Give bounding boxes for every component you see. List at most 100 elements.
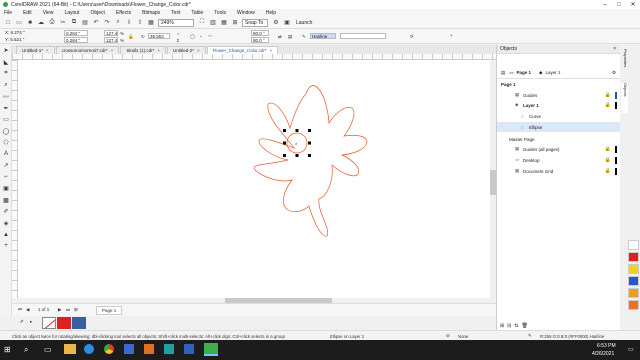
chrome-icon[interactable] [104, 344, 114, 354]
layer-view-icon[interactable]: ▤ [501, 70, 505, 76]
app-icon-teal[interactable] [164, 344, 174, 354]
tree-item-desktop[interactable]: ▭ Desktop 🔒 [497, 155, 621, 165]
ellipse-icon[interactable]: ◯ [190, 34, 195, 40]
tab-untitled-2[interactable]: Untitled-2* × [166, 46, 206, 54]
palette-swatch-1[interactable] [628, 252, 639, 262]
palette-swatch-0[interactable] [628, 240, 639, 250]
publish-pdf-icon[interactable]: ▦ [147, 19, 155, 27]
shape-tool-icon[interactable]: ◣ [0, 57, 12, 69]
snap-to-dropdown[interactable]: Snap To [242, 18, 268, 27]
lock-icon[interactable]: 🔒 [605, 92, 611, 98]
outline-indicator-icon[interactable]: ✎ [528, 333, 532, 339]
scale-width-field[interactable]: 127.4 [104, 30, 118, 36]
new-document-icon[interactable]: □ [4, 19, 12, 27]
tree-item-curve[interactable]: ○ Curve [497, 111, 621, 121]
outline-width-select[interactable]: Hairline [310, 33, 336, 39]
menu-edit[interactable]: Edit [23, 10, 32, 16]
parallel-dimension-icon[interactable]: ↗ [0, 160, 12, 172]
move-layer-icon[interactable]: ⇅ [514, 323, 518, 329]
tree-item-guides-all-pages[interactable]: ▦ Guides (all pages) 🔒 [497, 144, 621, 154]
palette-swatch-2[interactable] [628, 264, 639, 274]
side-tab-objects[interactable]: Objects [621, 83, 628, 113]
y-position-field[interactable]: Y: 5.521 " [4, 37, 38, 43]
export-icon[interactable]: ⇧ [136, 19, 144, 27]
tab-skulls[interactable]: Skulls (1).cdr* × [120, 46, 166, 54]
app-launcher-icon[interactable]: ▣ [283, 19, 291, 27]
menu-bitmaps[interactable]: Bitmaps [142, 10, 160, 16]
maximize-button[interactable]: □ [612, 0, 626, 9]
menu-effects[interactable]: Effects [116, 10, 131, 16]
palette-swatch-4[interactable] [628, 288, 639, 298]
first-page-icon[interactable]: ⏮ [18, 307, 22, 312]
zoom-tool-icon[interactable]: ⌕ [0, 80, 12, 92]
lock-icon[interactable]: 🔒 [605, 146, 611, 152]
drawing-canvas[interactable]: × [18, 60, 490, 298]
menu-view[interactable]: View [43, 10, 54, 16]
connector-tool-icon[interactable]: ⌐ [0, 172, 12, 184]
next-page-icon[interactable]: ▶ [58, 307, 61, 313]
file-explorer-icon[interactable] [64, 344, 76, 354]
no-color-swatch[interactable] [42, 317, 56, 329]
wrap-text-icon[interactable]: ▤ [288, 34, 292, 40]
menu-text[interactable]: Text [171, 10, 180, 16]
docker-close-icon[interactable]: × [613, 46, 616, 52]
launch-dropdown[interactable]: Launch [294, 19, 324, 27]
coreldraw-taskbar-icon[interactable] [204, 343, 218, 356]
menu-window[interactable]: Window [237, 10, 255, 16]
mirror-vertical-icon[interactable]: ⇕ [176, 38, 180, 44]
app-icon-blue[interactable] [184, 344, 194, 354]
flower-drawing[interactable]: × [18, 60, 490, 298]
rotation-angle-field[interactable]: 39.553 [148, 33, 170, 39]
minimize-button[interactable]: – [598, 0, 612, 9]
doc-swatch-red[interactable] [57, 317, 71, 329]
interactive-fill-icon[interactable]: ◈ [0, 218, 12, 230]
menu-table[interactable]: Table [191, 10, 203, 16]
tab-flower-change-color[interactable]: Flower_Change_Color.cdr* × [206, 46, 279, 54]
pie-icon[interactable]: ◔ [199, 34, 202, 39]
paste-icon[interactable]: ▤ [81, 19, 89, 27]
last-page-icon[interactable]: ⏭ [66, 307, 70, 312]
palette-swatch-3[interactable] [628, 276, 639, 286]
doc-swatch-blue[interactable] [72, 317, 86, 329]
delete-icon[interactable]: 🗑 [522, 323, 528, 329]
transparency-tool-icon[interactable]: ▩ [0, 195, 12, 207]
tree-item-ellipse[interactable]: ○ Ellipse [497, 122, 621, 132]
tree-item-document-grid[interactable]: ▦ Document Grid 🔒 [497, 166, 621, 176]
fill-indicator-icon[interactable]: ⊘ [446, 333, 450, 339]
close-button[interactable]: ✕ [626, 0, 640, 9]
palette-swatch-5[interactable] [628, 300, 639, 310]
flower-curve[interactable] [253, 85, 368, 237]
tree-item-page-1[interactable]: Page 1 [497, 79, 621, 89]
tab-close-icon[interactable]: × [197, 48, 200, 53]
cloud-icon[interactable]: ☁ [37, 19, 45, 27]
add-page-icon[interactable]: ⊞ [74, 307, 78, 313]
cut-icon[interactable]: ✂ [59, 19, 67, 27]
menu-tools[interactable]: Tools [214, 10, 226, 16]
redo-icon[interactable]: ↷ [103, 19, 111, 27]
copy-icon[interactable]: ⧉ [70, 19, 78, 27]
windows-start-icon[interactable]: ⊞ [4, 345, 11, 354]
options-gear-icon[interactable]: ⚙ [272, 19, 280, 27]
ending-angle-field[interactable]: 90.0 ° [251, 37, 269, 43]
docker-options-gear-icon[interactable]: ⚙ [612, 70, 616, 76]
convert-to-curves-icon[interactable]: ⟳ [410, 34, 414, 40]
eyedropper-icon[interactable]: ✐ [20, 319, 24, 325]
tree-item-layer-1[interactable]: ◆ Layer 1 🔒 [497, 100, 621, 110]
x-position-field[interactable]: X: 6.274 " [4, 30, 38, 36]
menu-help[interactable]: Help [266, 10, 276, 16]
page-tab[interactable]: Page 1 [96, 306, 123, 315]
tree-item-master-page[interactable]: Master Page [497, 134, 621, 144]
starting-angle-field[interactable]: 90.0 ° [251, 30, 269, 36]
artistic-media-icon[interactable]: ✒ [0, 103, 12, 115]
new-master-layer-icon[interactable]: ⊟ [507, 323, 511, 329]
scale-height-field[interactable]: 127.4 [104, 37, 118, 43]
smart-fill-icon[interactable]: ▲ [0, 229, 12, 241]
add-icon[interactable]: + [450, 33, 453, 38]
zoom-level-select[interactable]: 249% [158, 18, 194, 27]
lock-icon[interactable]: 🔒 [605, 102, 611, 108]
open-folder-icon[interactable]: ▭ [15, 19, 23, 27]
menu-file[interactable]: File [4, 10, 12, 16]
crop-tool-icon[interactable]: ⌗ [0, 68, 12, 80]
tree-item-guides[interactable]: ▦ Guides 🔒 [497, 90, 621, 100]
notification-icon[interactable]: ▭ [628, 346, 634, 353]
